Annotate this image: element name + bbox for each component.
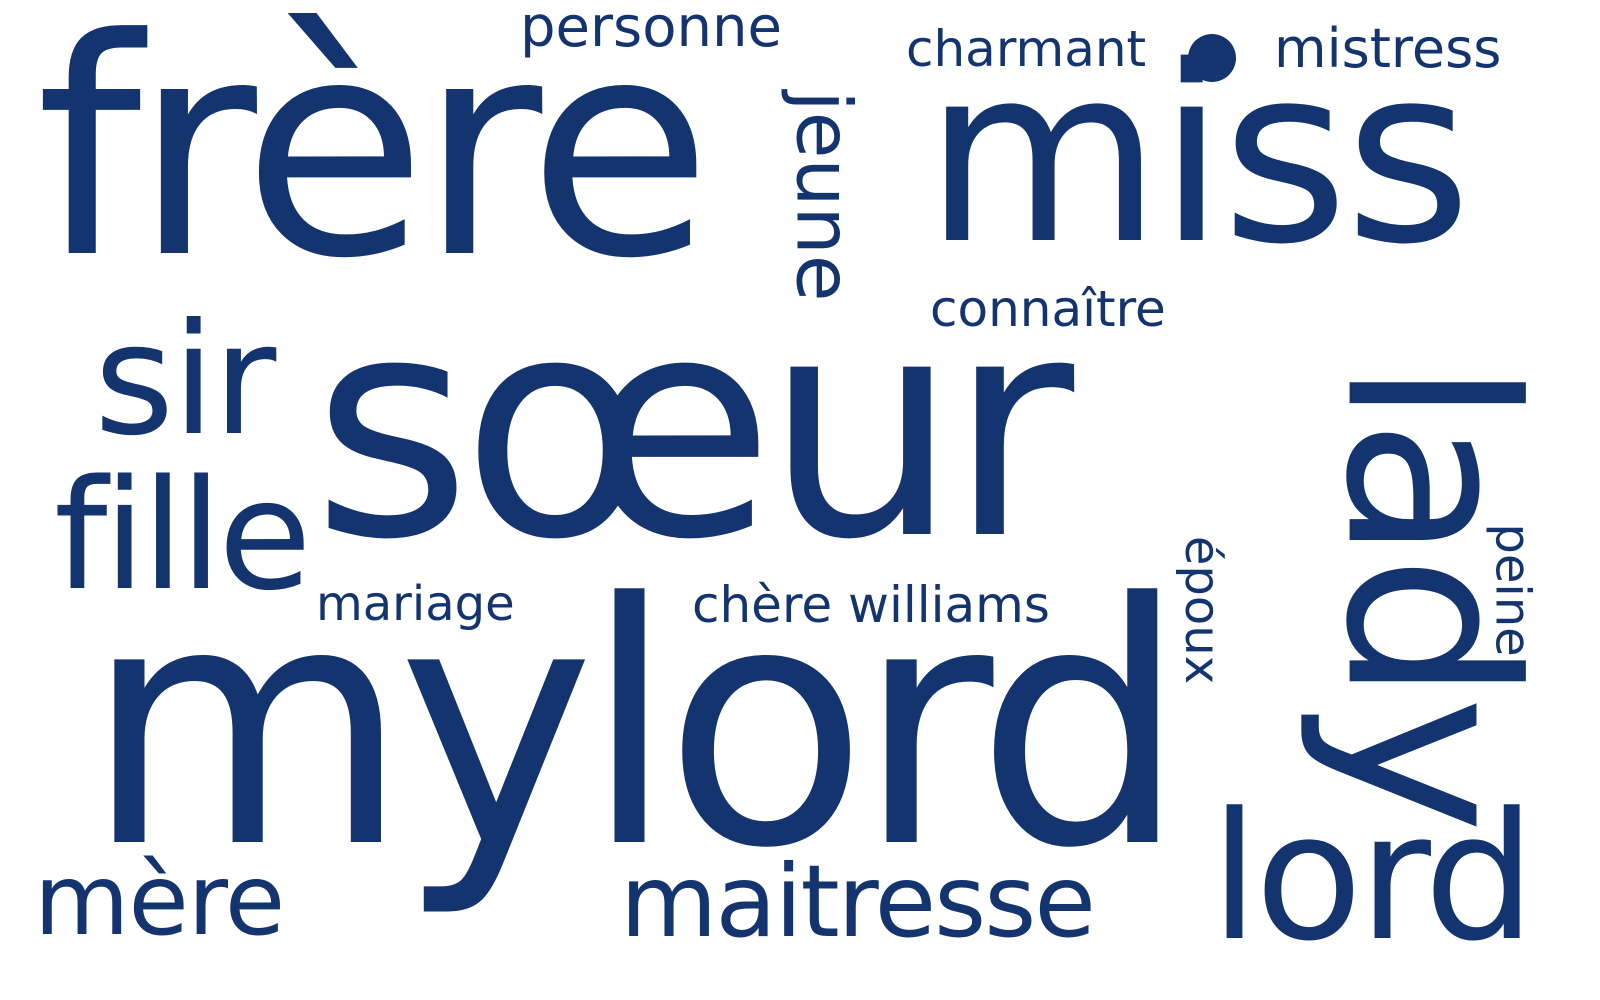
word-sir: sir (94, 291, 276, 470)
word-peine: peine (1484, 523, 1541, 657)
word-cloud: frère sœur mylord miss lord sir fille mè… (0, 0, 1600, 1000)
word-mariage: mariage (316, 576, 515, 632)
word-mere: mère (34, 844, 285, 958)
word-maitresse: maitresse (620, 843, 1096, 960)
word-personne: personne (520, 0, 782, 60)
word-jeune: jeune (779, 90, 869, 302)
word-chere-williams: chère williams (692, 576, 1050, 634)
word-connaitre: connaître (930, 280, 1166, 338)
word-charmant: charmant (906, 20, 1147, 78)
word-epoux: époux (1174, 535, 1231, 685)
word-mistress: mistress (1274, 17, 1502, 80)
dot-mark (1188, 34, 1236, 82)
word-fille: fille (54, 447, 312, 624)
